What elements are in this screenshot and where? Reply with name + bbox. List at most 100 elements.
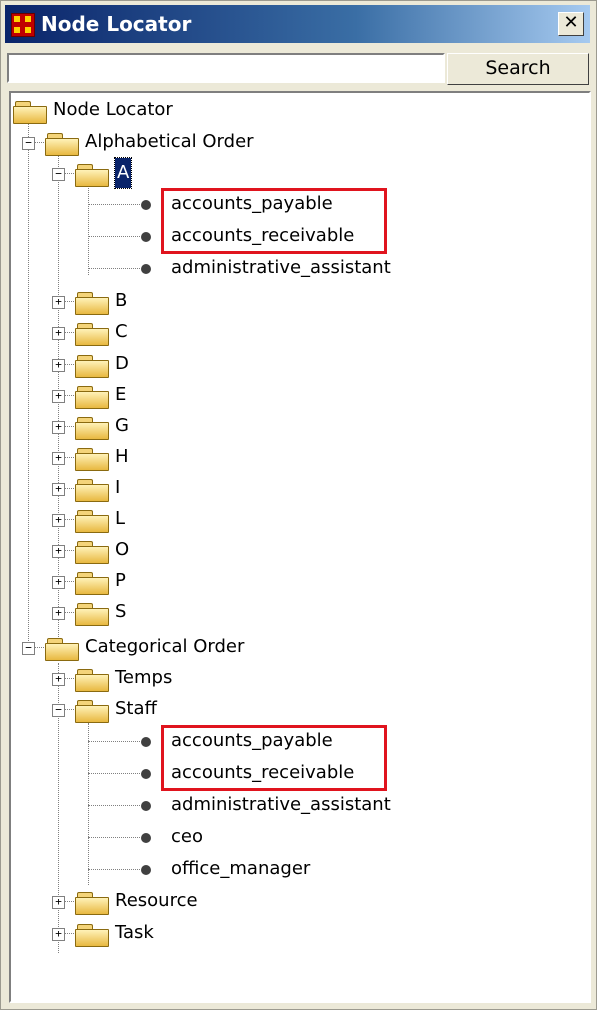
tree-leaf-label: office_manager xyxy=(171,858,311,879)
folder-icon xyxy=(75,417,109,440)
highlight-box xyxy=(161,725,387,791)
node-dot-icon xyxy=(141,264,151,274)
plus-icon[interactable]: + xyxy=(52,576,65,589)
folder-icon xyxy=(75,572,109,595)
plus-icon[interactable]: + xyxy=(52,390,65,403)
plus-icon[interactable]: + xyxy=(52,327,65,340)
categorical-order-node[interactable]: − Categorical Order xyxy=(11,632,581,663)
folder-label: Temps xyxy=(115,667,173,688)
folder-node[interactable]: + L xyxy=(11,504,581,535)
minus-icon[interactable]: − xyxy=(52,168,65,181)
tree-leaf-label: ceo xyxy=(171,826,203,847)
tree-leaf[interactable]: office_manager xyxy=(11,854,581,885)
folder-node[interactable]: + S xyxy=(11,597,581,628)
folder-icon xyxy=(75,164,109,187)
folder-label: D xyxy=(115,353,129,374)
plus-icon[interactable]: + xyxy=(52,673,65,686)
folder-label: I xyxy=(115,477,121,498)
window-title: Node Locator xyxy=(41,12,192,36)
minus-icon[interactable]: − xyxy=(52,704,65,717)
title-bar[interactable]: Node Locator ✕ xyxy=(5,5,590,43)
folder-node[interactable]: + B xyxy=(11,286,581,317)
minus-icon[interactable]: − xyxy=(22,137,35,150)
folder-node-staff[interactable]: − Staff xyxy=(11,694,581,725)
node-dot-icon xyxy=(141,769,151,779)
folder-label: Task xyxy=(115,922,154,943)
folder-node[interactable]: + G xyxy=(11,411,581,442)
node-dot-icon xyxy=(141,801,151,811)
search-input[interactable] xyxy=(7,53,445,83)
folder-label: L xyxy=(115,508,126,529)
folder-node[interactable]: + D xyxy=(11,349,581,380)
folder-node[interactable]: + O xyxy=(11,535,581,566)
plus-icon[interactable]: + xyxy=(52,607,65,620)
plus-icon[interactable]: + xyxy=(52,452,65,465)
node-dot-icon xyxy=(141,833,151,843)
close-icon: ✕ xyxy=(563,12,579,33)
folder-node[interactable]: + C xyxy=(11,317,581,348)
tree-leaf-label: administrative_assistant xyxy=(171,794,391,815)
node-tree[interactable]: Node Locator − Alphabetical Order − A ac… xyxy=(9,91,591,1003)
folder-icon xyxy=(75,700,109,723)
folder-label: S xyxy=(115,601,127,622)
folder-icon xyxy=(75,386,109,409)
folder-icon xyxy=(75,510,109,533)
highlight-box xyxy=(161,188,387,254)
plus-icon[interactable]: + xyxy=(52,928,65,941)
tree-leaf[interactable]: administrative_assistant xyxy=(11,790,581,821)
folder-icon xyxy=(75,924,109,947)
folder-icon xyxy=(45,133,79,156)
tree-leaf[interactable]: administrative_assistant xyxy=(11,253,581,284)
folder-label: H xyxy=(115,446,129,467)
folder-node[interactable]: + H xyxy=(11,442,581,473)
plus-icon[interactable]: + xyxy=(52,296,65,309)
plus-icon[interactable]: + xyxy=(52,545,65,558)
folder-icon xyxy=(13,101,47,124)
tree-root[interactable]: Node Locator xyxy=(11,95,581,126)
search-button[interactable]: Search xyxy=(447,53,589,85)
tree-leaf[interactable]: ceo xyxy=(11,822,581,853)
folder-icon xyxy=(45,638,79,661)
folder-icon xyxy=(75,603,109,626)
app-grid-icon xyxy=(11,13,35,37)
alphabetical-order-node[interactable]: − Alphabetical Order xyxy=(11,127,581,158)
close-button[interactable]: ✕ xyxy=(558,12,584,36)
folder-label: O xyxy=(115,539,130,560)
tree-root-label: Node Locator xyxy=(53,99,173,120)
tree-leaf-label: administrative_assistant xyxy=(171,257,391,278)
folder-label: Resource xyxy=(115,890,198,911)
search-row: Search xyxy=(7,53,589,85)
minus-icon[interactable]: − xyxy=(22,642,35,655)
folder-label: B xyxy=(115,290,128,311)
folder-node-task[interactable]: + Task xyxy=(11,918,581,949)
node-dot-icon xyxy=(141,200,151,210)
folder-a-label: A xyxy=(113,157,133,189)
plus-icon[interactable]: + xyxy=(52,514,65,527)
plus-icon[interactable]: + xyxy=(52,421,65,434)
folder-icon xyxy=(75,479,109,502)
node-locator-window: Node Locator ✕ Search Node Locator − Alp… xyxy=(0,0,597,1010)
folder-icon xyxy=(75,323,109,346)
plus-icon[interactable]: + xyxy=(52,896,65,909)
folder-icon xyxy=(75,541,109,564)
folder-icon xyxy=(75,892,109,915)
folder-node-resource[interactable]: + Resource xyxy=(11,886,581,917)
folder-node[interactable]: + E xyxy=(11,380,581,411)
plus-icon[interactable]: + xyxy=(52,359,65,372)
folder-icon xyxy=(75,292,109,315)
plus-icon[interactable]: + xyxy=(52,483,65,496)
folder-icon xyxy=(75,669,109,692)
folder-label: E xyxy=(115,384,127,405)
categorical-order-label: Categorical Order xyxy=(85,636,245,657)
node-dot-icon xyxy=(141,865,151,875)
folder-node-temps[interactable]: + Temps xyxy=(11,663,581,694)
folder-icon xyxy=(75,448,109,471)
folder-label: G xyxy=(115,415,129,436)
folder-node[interactable]: + P xyxy=(11,566,581,597)
folder-icon xyxy=(75,355,109,378)
folder-a-node[interactable]: − A xyxy=(11,157,581,189)
node-dot-icon xyxy=(141,232,151,242)
folder-node[interactable]: + I xyxy=(11,473,581,504)
folder-label: C xyxy=(115,321,128,342)
folder-label: P xyxy=(115,570,126,591)
